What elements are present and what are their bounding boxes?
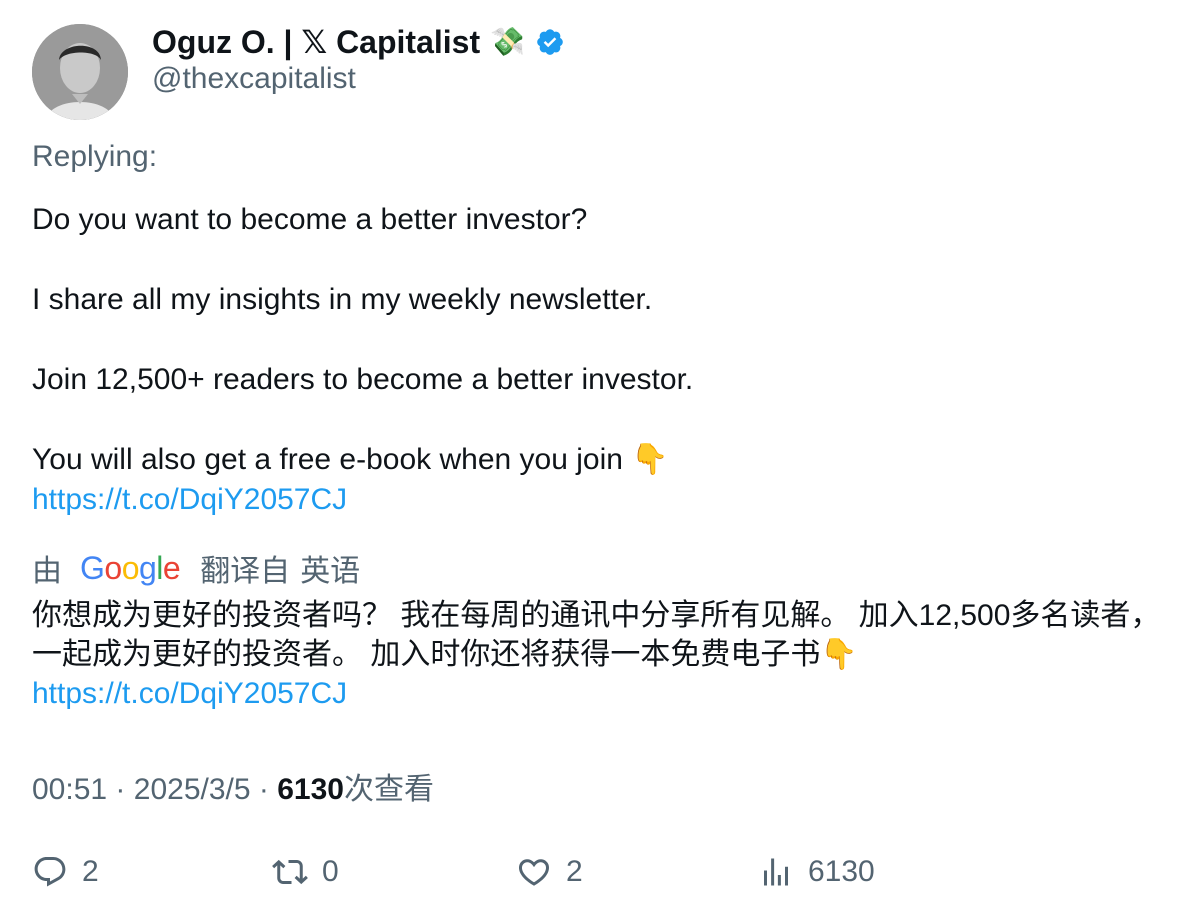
tweet-text: Do you want to become a better investor?…: [32, 200, 1152, 520]
heart-icon: [518, 859, 550, 886]
views-count: 6130: [277, 773, 344, 806]
views-button[interactable]: 6130: [758, 850, 875, 894]
translated-link[interactable]: https://t.co/DqiY2057CJ: [32, 677, 347, 710]
translation-attribution: 由 Google 翻译自 英语: [32, 548, 361, 589]
repost-icon: [272, 859, 308, 885]
like-count: 2: [566, 855, 583, 888]
verified-badge-icon[interactable]: [535, 27, 565, 57]
reply-icon: [34, 857, 66, 887]
meta-separator: ·: [258, 773, 269, 806]
tweet-line: Join 12,500+ readers to become a better …: [32, 363, 694, 396]
tweet-time[interactable]: 00:51: [32, 773, 107, 806]
google-logo-letter: G: [80, 549, 105, 586]
repost-count: 0: [322, 855, 339, 888]
translated-text: 你想成为更好的投资者吗？ 我在每周的通讯中分享所有见解。 加入12,500多名读…: [32, 596, 1162, 713]
views-label: 次查看: [343, 773, 434, 806]
replying-label: Replying:: [32, 140, 158, 173]
analytics-icon: [764, 858, 788, 886]
author-name[interactable]: Oguz O. | 𝕏 Capitalist: [152, 23, 480, 61]
google-logo-letter: g: [138, 549, 157, 586]
author-handle[interactable]: @thexcapitalist: [152, 62, 356, 96]
reply-count: 2: [82, 855, 99, 888]
meta-separator: ·: [115, 773, 126, 806]
translated-by-prefix: 由: [32, 555, 62, 588]
views-action-count: 6130: [808, 855, 875, 888]
tweet-date[interactable]: 2025/3/5: [134, 773, 251, 806]
source-language: 英语: [300, 555, 361, 588]
google-logo-letter: e: [162, 549, 181, 586]
google-logo-letter: o: [121, 549, 140, 586]
google-logo-letter: o: [104, 549, 122, 586]
action-bar: 2 0 2 6130: [32, 850, 1032, 894]
tweet-line: I share all my insights in my weekly new…: [32, 283, 653, 316]
google-logo-letter: l: [156, 549, 163, 586]
tweet-line: You will also get a free e-book when you…: [32, 443, 669, 476]
avatar[interactable]: [32, 24, 128, 120]
author-name-row[interactable]: Oguz O. | 𝕏 Capitalist 💸: [152, 22, 565, 62]
like-button[interactable]: 2: [516, 850, 583, 894]
avatar-portrait-image: [32, 24, 128, 120]
google-logo[interactable]: Google: [80, 549, 181, 587]
money-emoji: 💸: [490, 26, 525, 57]
tweet-line: Do you want to become a better investor?: [32, 203, 588, 236]
reply-button[interactable]: 2: [32, 850, 99, 894]
tweet-link[interactable]: https://t.co/DqiY2057CJ: [32, 483, 347, 516]
tweet-meta: 00:51 · 2025/3/5 · 6130次查看: [32, 764, 434, 808]
repost-button[interactable]: 0: [272, 850, 339, 894]
translated-body: 你想成为更好的投资者吗？ 我在每周的通讯中分享所有见解。 加入12,500多名读…: [32, 599, 1161, 671]
translated-from-label: 翻译自: [200, 555, 291, 588]
